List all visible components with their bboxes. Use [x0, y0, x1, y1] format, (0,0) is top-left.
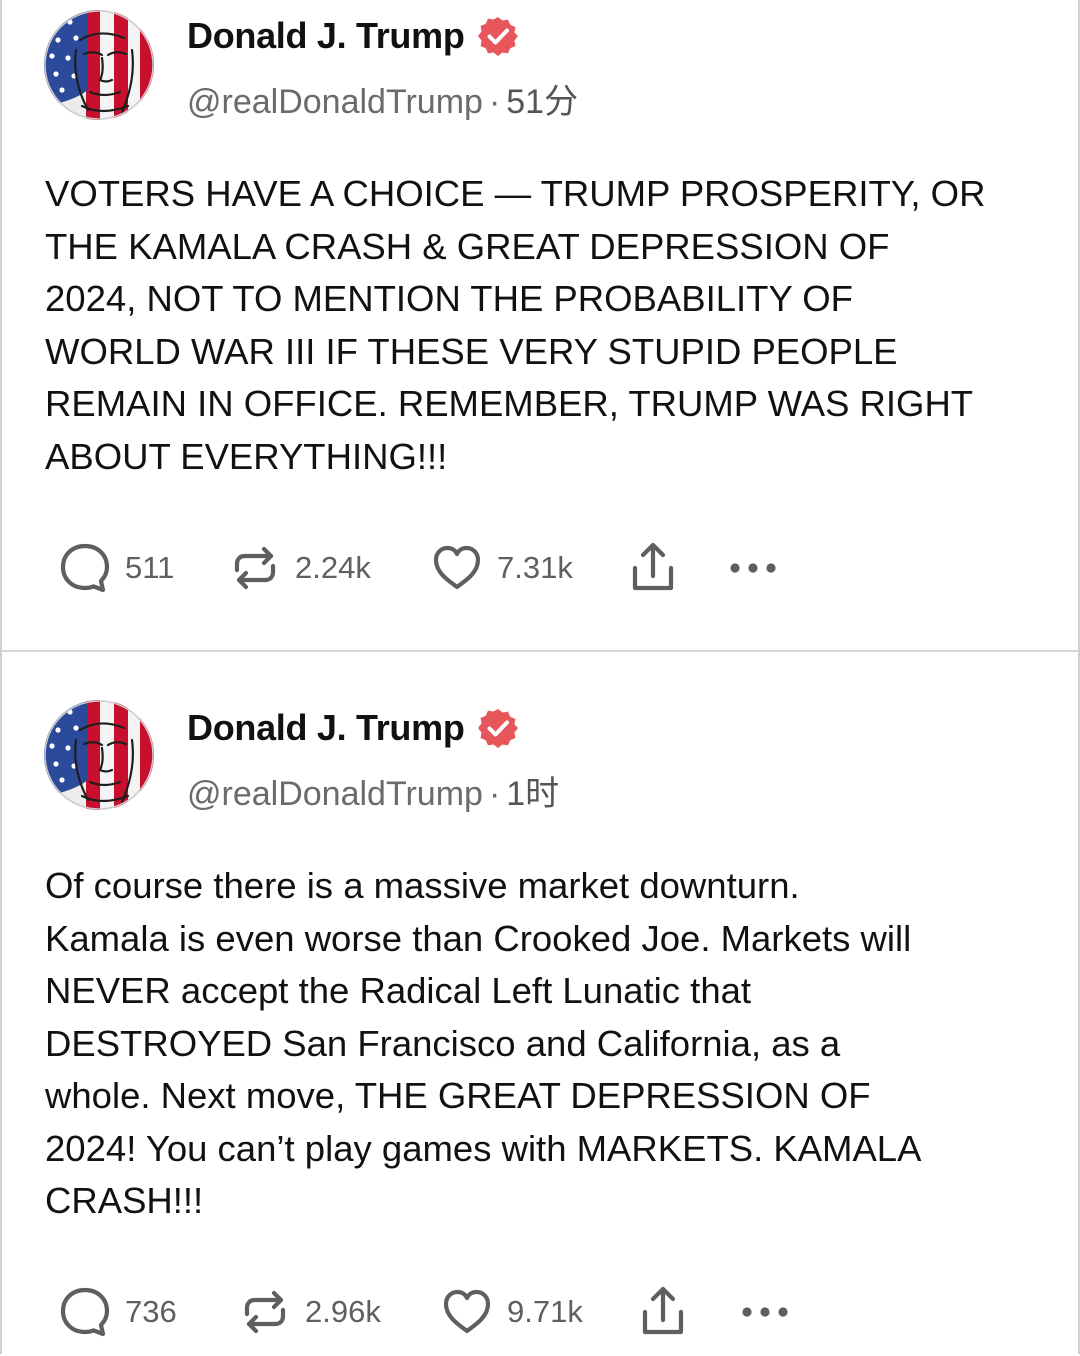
verified-badge-icon	[477, 707, 519, 749]
author-handle[interactable]: @realDonaldTrump	[187, 775, 483, 813]
repost-count: 2.24k	[295, 550, 371, 585]
heart-icon	[429, 540, 485, 596]
post-actions-bar: 511 2.24k 7.31k	[57, 540, 817, 596]
like-count: 9.71k	[507, 1294, 583, 1329]
share-button[interactable]	[625, 540, 681, 596]
reply-button[interactable]: 511	[57, 540, 174, 596]
post-actions-bar: 736 2.96k 9.71k	[57, 1284, 817, 1340]
avatar[interactable]	[44, 700, 154, 810]
post-timestamp[interactable]: 1时	[506, 775, 559, 813]
repost-button[interactable]: 2.96k	[237, 1284, 381, 1340]
meta-separator: ·	[488, 775, 501, 813]
author-display-name[interactable]: Donald J. Trump	[187, 707, 465, 749]
share-button[interactable]	[635, 1284, 691, 1340]
avatar[interactable]	[44, 10, 154, 120]
heart-icon	[439, 1284, 495, 1340]
like-count: 7.31k	[497, 550, 573, 585]
flag-portrait-avatar-icon	[44, 10, 154, 120]
feed: Donald J. Trump @realDonaldTrump · 51分 VOT…	[0, 0, 1080, 1354]
reply-icon	[57, 1284, 113, 1340]
author-handle-row: @realDonaldTrump · 51分	[187, 74, 578, 123]
repost-count: 2.96k	[305, 1294, 381, 1329]
more-options-button[interactable]	[737, 1284, 793, 1340]
like-button[interactable]: 9.71k	[439, 1284, 583, 1340]
meta-separator: ·	[488, 83, 501, 121]
author-handle[interactable]: @realDonaldTrump	[187, 83, 483, 121]
reply-count: 736	[125, 1294, 177, 1329]
author-display-name[interactable]: Donald J. Trump	[187, 15, 465, 57]
repost-icon	[227, 540, 283, 596]
more-icon	[725, 540, 781, 596]
author-handle-row: @realDonaldTrump · 1时	[187, 766, 559, 815]
repost-icon	[237, 1284, 293, 1340]
author-name-row: Donald J. Trump	[187, 706, 519, 750]
post-card[interactable]: Donald J. Trump @realDonaldTrump · 1时 Of c…	[2, 650, 1078, 1356]
post-timestamp[interactable]: 51分	[506, 83, 578, 121]
reply-icon	[57, 540, 113, 596]
flag-portrait-avatar-icon	[44, 700, 154, 810]
verified-badge-icon	[477, 15, 519, 57]
post-body-text: VOTERS HAVE A CHOICE — TRUMP PROSPERITY,…	[45, 173, 986, 477]
share-icon	[625, 540, 681, 596]
post-body-text: Of course there is a massive market down…	[45, 865, 922, 1221]
reply-count: 511	[125, 550, 175, 585]
post-card[interactable]: Donald J. Trump @realDonaldTrump · 51分 VOT…	[2, 0, 1078, 650]
like-button[interactable]: 7.31k	[429, 540, 573, 596]
author-name-row: Donald J. Trump	[187, 14, 519, 58]
reply-button[interactable]: 736	[57, 1284, 177, 1340]
repost-button[interactable]: 2.24k	[227, 540, 371, 596]
more-icon	[737, 1284, 793, 1340]
more-options-button[interactable]	[725, 540, 781, 596]
share-icon	[635, 1284, 691, 1340]
